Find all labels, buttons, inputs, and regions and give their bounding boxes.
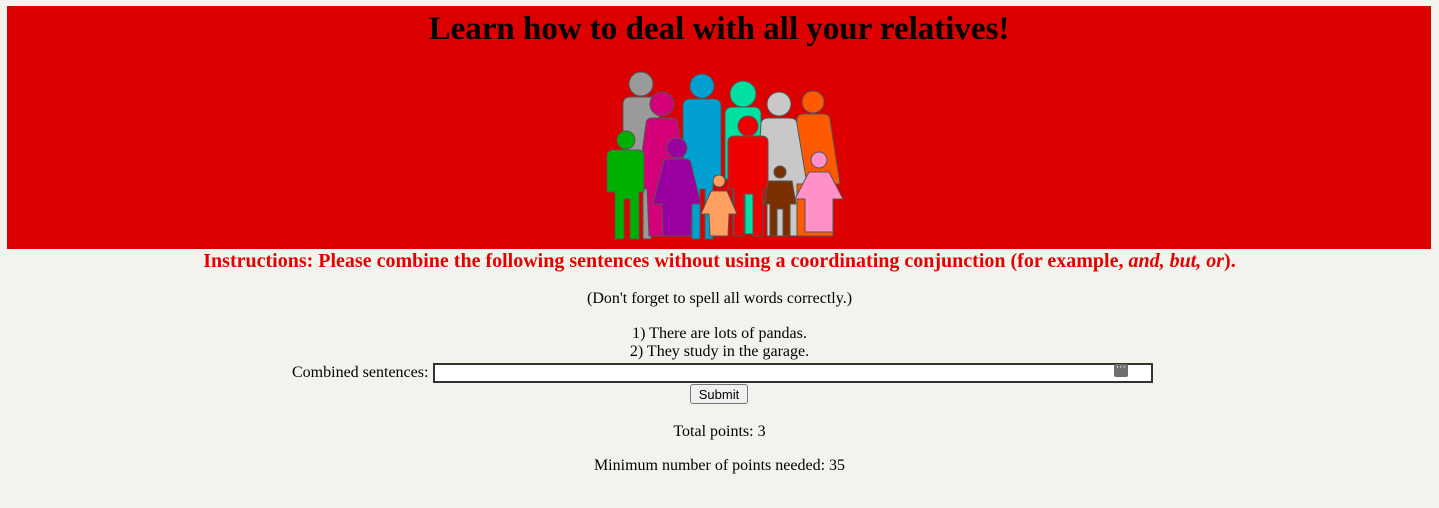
page-title: Learn how to deal with all your relative… (428, 11, 1010, 47)
instructions-text: Instructions: Please combine the followi… (0, 249, 1439, 273)
total-points: Total points: 3 (673, 423, 766, 440)
answer-row: Combined sentences: (292, 362, 1154, 384)
spelling-note: (Don't forget to spell all words correct… (586, 290, 853, 307)
instructions-suffix: ). (1224, 250, 1236, 272)
combined-sentences-input[interactable] (433, 363, 1154, 383)
submit-button[interactable]: Submit (690, 384, 748, 404)
sentence-2: 2) They study in the garage. (629, 343, 810, 360)
sentence-list: 1) There are lots of pandas. 2) They stu… (0, 325, 1439, 361)
sentence-1: 1) There are lots of pandas. (632, 325, 807, 342)
minimum-points: Minimum number of points needed: 35 (593, 457, 846, 474)
combined-sentences-label: Combined sentences: (292, 364, 429, 381)
autofill-dots-icon[interactable]: ⋯ (1114, 363, 1128, 377)
header-banner: Learn how to deal with all your relative… (7, 6, 1431, 249)
instructions-prefix: Instructions: Please combine the followi… (203, 250, 1129, 272)
family-icon (606, 71, 844, 240)
conjunction-examples: and, but, or (1128, 250, 1225, 272)
